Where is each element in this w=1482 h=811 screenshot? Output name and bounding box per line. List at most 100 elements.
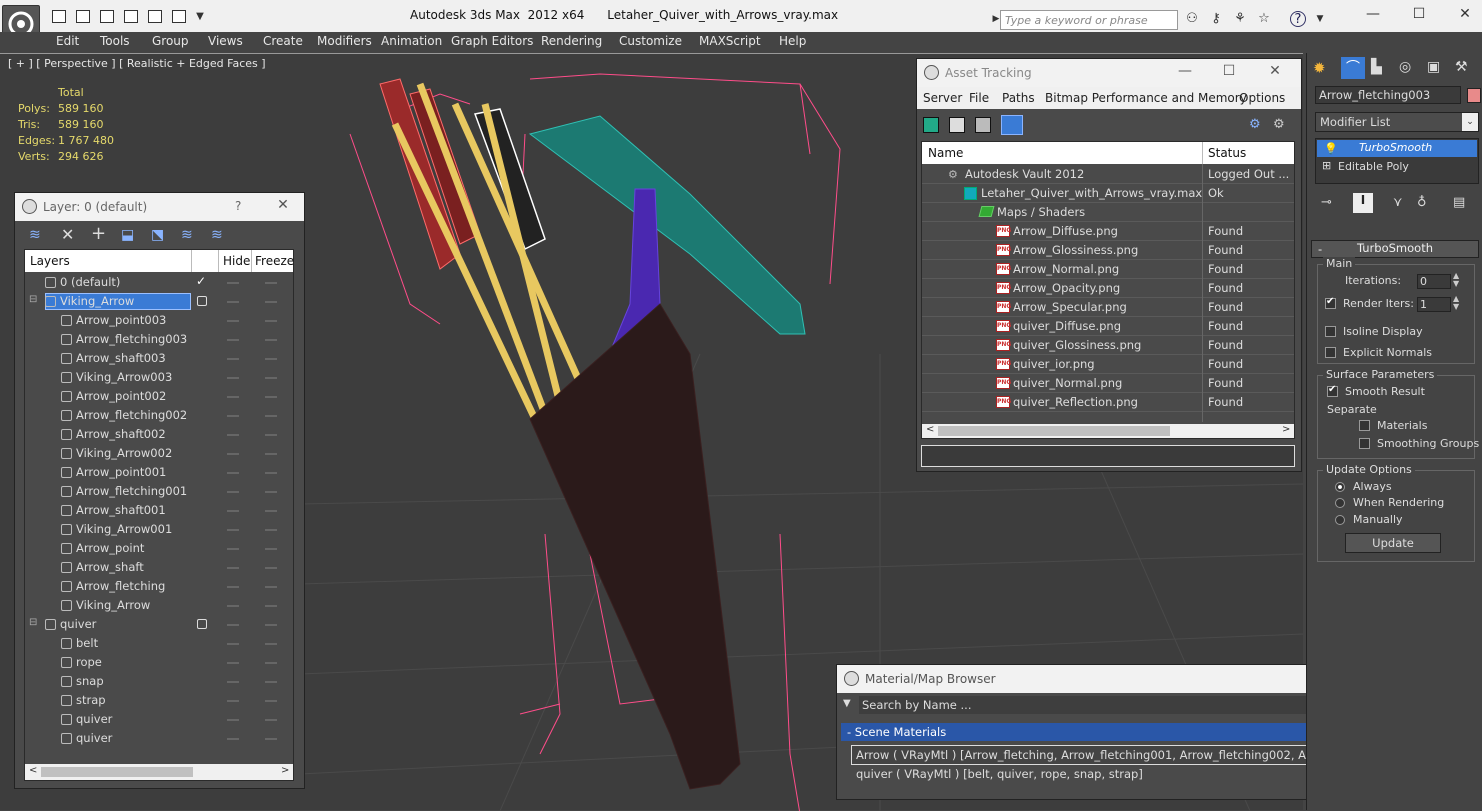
pin-stack-icon[interactable]: ⊸ [1321, 195, 1332, 210]
layer-object-row[interactable]: Viking_Arrow002 [25, 444, 293, 463]
asset-scroll-right-icon[interactable]: > [1282, 424, 1290, 435]
hide-toggle[interactable] [227, 434, 239, 436]
asset-menu-server[interactable]: Server [923, 91, 962, 105]
separate-materials-checkbox[interactable] [1359, 420, 1370, 434]
freeze-toggle[interactable] [265, 358, 277, 360]
layer-object-row[interactable]: quiver [25, 729, 293, 748]
open-file-icon[interactable] [76, 10, 90, 23]
rollout-collapse-icon[interactable]: - [1318, 242, 1322, 256]
motion-tab-icon[interactable]: ◎ [1399, 59, 1419, 77]
undo-icon[interactable] [124, 10, 138, 23]
asset-close-icon[interactable]: ✕ [1265, 63, 1285, 83]
layer-object-row[interactable]: Arrow_point003 [25, 311, 293, 330]
hide-toggle[interactable] [227, 700, 239, 702]
layer-object-row[interactable]: Arrow_point [25, 539, 293, 558]
object-name-input[interactable]: Arrow_fletching003 [1315, 86, 1461, 104]
hide-toggle[interactable] [227, 738, 239, 740]
iterations-spinner-arrows-icon[interactable]: ▲ ▼ [1453, 272, 1459, 288]
menu-edit[interactable]: Edit [56, 34, 79, 48]
hide-toggle[interactable] [227, 472, 239, 474]
col-hide[interactable]: Hide [223, 254, 250, 268]
hide-toggle[interactable] [227, 301, 239, 303]
freeze-toggle[interactable] [265, 510, 277, 512]
freeze-toggle[interactable] [265, 567, 277, 569]
freeze-toggle[interactable] [265, 719, 277, 721]
asset-menu-bitmap[interactable]: Bitmap Performance and Memory [1045, 91, 1247, 105]
freeze-toggle[interactable] [265, 282, 277, 284]
hide-toggle[interactable] [227, 586, 239, 588]
hide-toggle[interactable] [227, 282, 239, 284]
freeze-toggle[interactable] [265, 700, 277, 702]
freeze-toggle[interactable] [265, 377, 277, 379]
set-current-layer-box[interactable] [197, 296, 207, 306]
layer-panel-titlebar[interactable]: Layer: 0 (default) ? ✕ [15, 193, 304, 221]
utilities-tab-icon[interactable]: ⚒ [1455, 59, 1475, 77]
menu-modifiers[interactable]: Modifiers [317, 34, 372, 48]
layer-object-row[interactable]: Arrow_fletching001 [25, 482, 293, 501]
freeze-toggle[interactable] [265, 681, 277, 683]
layer-object-row[interactable]: Viking_Arrow003 [25, 368, 293, 387]
menu-maxscript[interactable]: MAXScript [699, 34, 761, 48]
hide-toggle[interactable] [227, 396, 239, 398]
hide-toggle[interactable] [227, 320, 239, 322]
new-file-icon[interactable] [52, 10, 66, 23]
freeze-toggle[interactable] [265, 548, 277, 550]
close-icon[interactable]: ✕ [1450, 4, 1480, 24]
asset-tracking-titlebar[interactable]: Asset Tracking — ☐ ✕ [917, 59, 1301, 87]
isoline-checkbox[interactable] [1325, 326, 1336, 340]
render-iters-spinner-arrows-icon[interactable]: ▲ ▼ [1453, 295, 1459, 311]
radio-always[interactable] [1335, 481, 1345, 495]
asset-row[interactable]: PNG quiver_Diffuse.png Found [922, 317, 1294, 336]
display-tab-icon[interactable]: ▣ [1427, 59, 1447, 77]
create-layer-icon[interactable]: ≋ [29, 227, 41, 243]
refresh-icon[interactable] [923, 117, 939, 133]
menu-animation[interactable]: Animation [381, 34, 442, 48]
freeze-toggle[interactable] [265, 491, 277, 493]
scroll-left-icon[interactable]: < [29, 765, 37, 776]
hide-toggle[interactable] [227, 624, 239, 626]
asset-maximize-icon[interactable]: ☐ [1219, 63, 1239, 83]
vault-login-icon[interactable]: ⚙ [1249, 117, 1265, 133]
asset-row[interactable]: Letaher_Quiver_with_Arrows_vray.max Ok [922, 184, 1294, 203]
remove-modifier-icon[interactable]: ♁ [1417, 195, 1427, 210]
save-file-icon[interactable] [100, 10, 114, 23]
radio-manually[interactable] [1335, 514, 1345, 528]
freeze-toggle[interactable] [265, 396, 277, 398]
scroll-thumb[interactable] [41, 767, 193, 777]
set-current-layer-box[interactable] [197, 619, 207, 629]
asset-row[interactable]: PNG Arrow_Opacity.png Found [922, 279, 1294, 298]
freeze-toggle[interactable] [265, 453, 277, 455]
freeze-toggle[interactable] [265, 472, 277, 474]
freeze-toggle[interactable] [265, 586, 277, 588]
favorites-star-icon[interactable]: ☆ [1256, 11, 1272, 27]
radio-when-rendering[interactable] [1335, 497, 1345, 511]
asset-scroll-thumb[interactable] [938, 426, 1170, 436]
delete-layer-icon[interactable]: ✕ [61, 225, 74, 244]
make-unique-icon[interactable]: ⋎ [1393, 195, 1403, 210]
modify-tab-icon[interactable]: ⌒ [1341, 57, 1365, 79]
viewport-label[interactable]: [ + ] [ Perspective ] [ Realistic + Edge… [8, 57, 266, 70]
col-name[interactable]: Name [928, 146, 963, 160]
render-iters-checkbox[interactable]: ✔ [1325, 296, 1336, 312]
modifier-list-chevron-icon[interactable]: ⌄ [1462, 113, 1478, 131]
hierarchy-tab-icon[interactable]: ▙ [1371, 59, 1391, 77]
asset-row[interactable]: PNG Arrow_Normal.png Found [922, 260, 1294, 279]
asset-row[interactable]: PNG Arrow_Specular.png Found [922, 298, 1294, 317]
layer-object-row[interactable]: rope [25, 653, 293, 672]
hide-toggle[interactable] [227, 643, 239, 645]
layer-object-row[interactable]: Arrow_shaft002 [25, 425, 293, 444]
table-view-icon[interactable] [1001, 115, 1023, 135]
communication-icon[interactable]: ⚘ [1232, 11, 1248, 27]
asset-hscrollbar[interactable]: < > [922, 424, 1294, 438]
asset-settings-icon[interactable]: ⚙ [1273, 117, 1289, 133]
freeze-toggle[interactable] [265, 529, 277, 531]
help-icon[interactable]: ? [1290, 11, 1306, 27]
freeze-toggle[interactable] [265, 605, 277, 607]
help-dropdown-icon[interactable]: ▼ [1312, 11, 1328, 27]
layer-object-row[interactable]: belt [25, 634, 293, 653]
minimize-icon[interactable]: — [1358, 4, 1388, 24]
stack-expand-icon[interactable]: ⊞ [1322, 159, 1331, 172]
asset-row[interactable]: PNG quiver_Normal.png Found [922, 374, 1294, 393]
hide-toggle[interactable] [227, 491, 239, 493]
separate-smoothing-checkbox[interactable] [1359, 438, 1370, 452]
